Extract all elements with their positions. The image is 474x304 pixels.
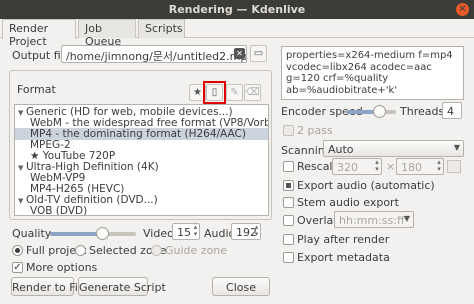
full-project-radio[interactable] [12,245,23,256]
format-label: Format [17,83,56,96]
rescale-height-spin: 180 ▴ ▾ [396,158,444,175]
format-tree[interactable]: ▼ Generic (HD for web, mobile devices...)… [14,104,269,216]
script-button-label: Generate Script [79,281,166,294]
quality-slider-handle[interactable] [96,227,109,240]
chevron-down-icon: ▼ [403,214,410,223]
tree-label: VOB (DVD) [30,205,88,216]
stem-audio-label: Stem audio export [297,196,399,209]
tab-render-project[interactable]: Render Project [2,19,76,48]
chevron-down-icon: ▼ [453,143,460,152]
rescale-width-value: 320 [337,161,358,174]
play-after-render-checkbox[interactable] [283,234,294,245]
stem-audio-checkbox[interactable] [283,197,294,208]
tab-bar: Render Project Job Queue Scripts [0,19,474,48]
more-options-label: More options [26,261,98,274]
export-audio-label: Export audio (automatic) [297,179,435,192]
guide-zone-label: Guide zone [165,244,228,257]
encoder-speed-slider[interactable] [346,105,396,118]
close-icon[interactable]: ✕ [456,3,469,16]
quality-slider-fill [50,232,102,236]
rescale-x-label: × [386,160,396,173]
close-button-label: Close [226,281,256,294]
close-button[interactable]: Close [212,277,270,296]
highlight-box [203,81,226,104]
rescale-width-spin: 320 ▴ ▾ [332,158,382,175]
tab-label: Render Project [9,22,49,48]
tab-label: Scripts [145,22,183,35]
overlay-checkbox[interactable] [283,215,294,226]
quality-slider[interactable] [50,227,136,240]
selected-zone-radio[interactable] [75,245,86,256]
link-icon [447,160,461,173]
rescale-checkbox[interactable] [283,161,294,172]
export-audio-checkbox[interactable] [283,180,294,191]
tab-job-queue[interactable]: Job Queue [78,19,136,48]
play-after-render-label: Play after render [297,233,390,246]
export-metadata-checkbox[interactable] [283,252,294,263]
output-file-value: /home/jimnong/문서/untitled2.mp4 [66,50,247,63]
more-options-checkbox[interactable]: ✓ [12,262,23,273]
edit-icon: ✎ [226,84,243,101]
scanning-select[interactable]: Auto ▼ [323,140,464,157]
export-metadata-label: Export metadata [297,251,390,264]
audio-bitrate-spin[interactable]: 192 ▴ ▾ [231,223,261,240]
threads-spin[interactable]: 4 [442,102,462,119]
two-pass-label: 2 pass [297,124,333,137]
overlay-value: hh:mm:ss:ff [339,214,405,227]
clear-icon[interactable]: ✕ [234,48,245,59]
encoder-speed-handle[interactable] [373,105,386,118]
window-title: Rendering — Kdenlive [168,3,306,16]
threads-value: 4 [447,105,454,118]
render-params-text[interactable]: properties=x264-medium f=mp4 vcodec=libx… [281,46,464,100]
tab-scripts[interactable]: Scripts [138,19,185,38]
render-to-file-button[interactable]: Render to File [11,277,88,296]
overlay-select: hh:mm:ss:ff ▼ [334,211,414,228]
scanning-value: Auto [328,143,354,156]
tree-item[interactable]: VOB (DVD) [15,205,268,216]
output-file-field[interactable]: /home/jimnong/문서/untitled2.mp4 [61,45,247,63]
generate-script-button[interactable]: Generate Script [78,277,166,296]
title-bar: Rendering — Kdenlive ✕ [0,0,474,19]
video-quality-value: 15 [177,226,191,239]
threads-label: Threads [400,105,445,118]
video-quality-spin[interactable]: 15 ▴ ▾ [172,223,200,240]
delete-icon: ⌫ [244,84,261,101]
video-label: Video [143,227,174,240]
render-button-label: Render to File [12,281,88,294]
two-pass-checkbox [283,125,294,136]
rescale-height-value: 180 [401,161,422,174]
render-params-value: properties=x264-medium f=mp4 vcodec=libx… [286,50,453,96]
guide-zone-radio [151,245,162,256]
folder-open-icon[interactable]: ▭ [250,45,267,62]
quality-label: Quality [12,227,52,240]
